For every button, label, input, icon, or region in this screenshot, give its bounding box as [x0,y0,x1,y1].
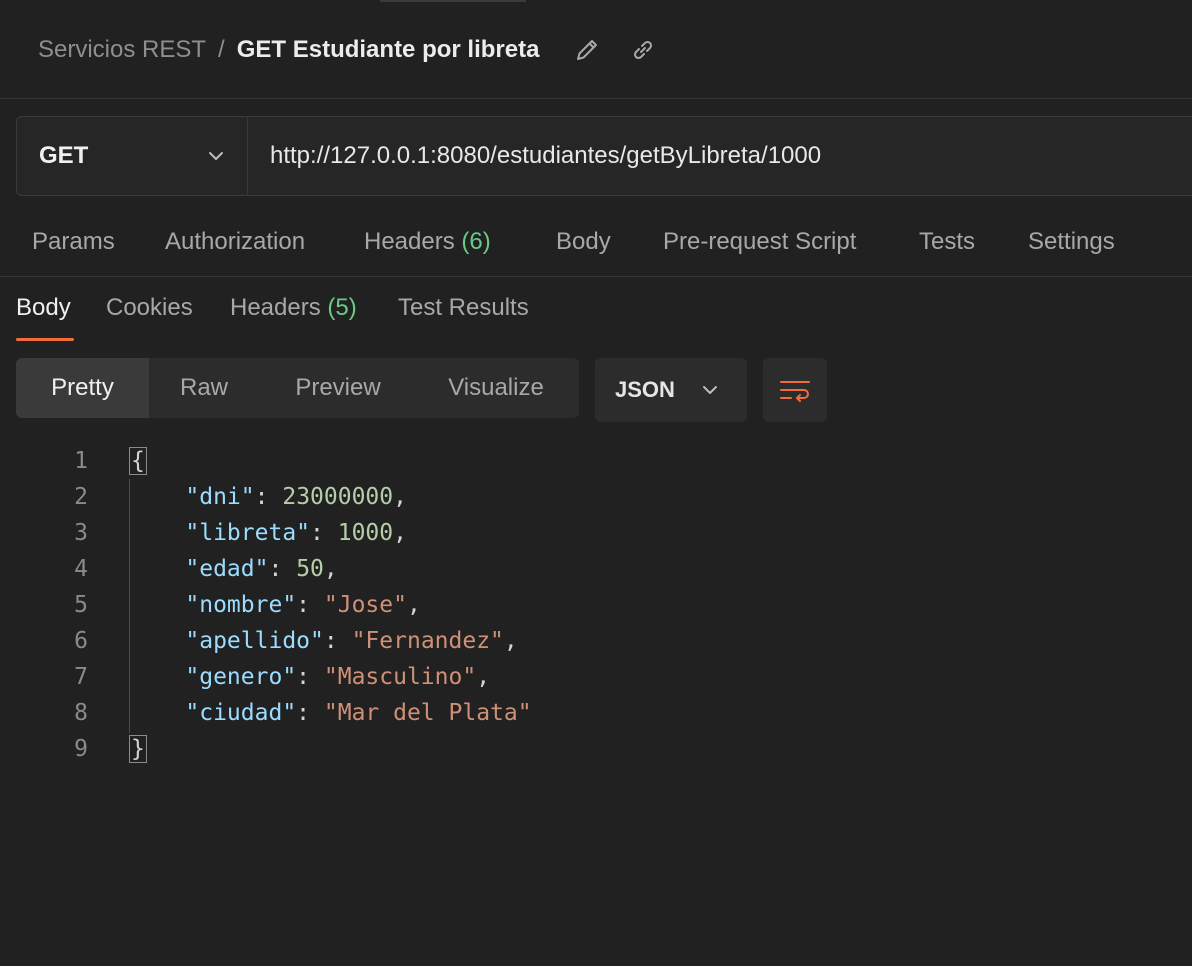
view-preview[interactable]: Preview [279,358,397,418]
line-number: 7 [74,664,88,690]
json-key: "ciudad" [185,700,297,726]
breadcrumb: Servicios REST / GET Estudiante por libr… [38,34,539,66]
link-icon[interactable] [629,36,657,64]
format-label: JSON [615,377,675,402]
line-number: 8 [74,700,88,726]
json-value: 23000000 [282,484,394,510]
response-tab-body[interactable]: Body [16,294,71,322]
method-label: GET [39,142,89,169]
response-tab-cookies[interactable]: Cookies [106,294,193,322]
url-bar: GET http://127.0.0.1:8080/estudiantes/ge… [16,116,1192,196]
json-value: 1000 [337,520,394,546]
json-value: "Fernandez" [351,628,504,654]
response-tab-headers-label: Headers [230,294,321,321]
json-key: "nombre" [185,592,297,618]
line-number: 1 [74,448,88,474]
headers-count-badge: (6) [461,228,491,255]
code-line: 8 "ciudad": "Mar del Plata" [74,700,532,726]
json-value: 50 [296,556,324,582]
code-line: 5 "nombre": "Jose", [74,592,421,618]
tab-body[interactable]: Body [556,228,611,256]
code-line: 7 "genero": "Masculino", [74,664,491,690]
close-brace: } [129,735,147,763]
json-key: "dni" [185,484,255,510]
tab-headers-label: Headers [364,228,455,255]
json-key: "apellido" [185,628,324,654]
wrap-lines-icon [780,381,810,402]
line-number: 6 [74,628,88,654]
method-select[interactable]: GET [17,117,248,195]
tab-headers[interactable]: Headers (6) [364,228,491,256]
response-headers-count-badge: (5) [327,294,357,321]
wrap-lines-button[interactable] [763,358,827,422]
view-mode-selector: Pretty Raw Preview Visualize [16,358,579,418]
view-raw[interactable]: Raw [159,358,249,418]
chevron-down-icon [703,386,717,394]
code-line: 2 "dni": 23000000, [74,484,407,510]
tab-pre-request-script[interactable]: Pre-request Script [663,228,856,256]
request-tabs: Params Authorization Headers (6) Body Pr… [0,210,1192,277]
view-visualize[interactable]: Visualize [437,358,555,418]
code-line: 4 "edad": 50, [74,556,338,582]
active-tab-underline [16,338,74,341]
pencil-icon[interactable] [573,36,601,64]
json-key: "genero" [185,664,297,690]
request-header: Servicios REST / GET Estudiante por libr… [0,0,1192,99]
json-key: "edad" [185,556,269,582]
request-title[interactable]: GET Estudiante por libreta [237,36,540,64]
format-select[interactable]: JSON [595,358,747,422]
line-number: 2 [74,484,88,510]
code-line: 9 } [0,731,1192,767]
tab-authorization[interactable]: Authorization [165,228,305,256]
breadcrumb-collection[interactable]: Servicios REST [38,36,206,64]
response-tab-headers[interactable]: Headers (5) [230,294,357,322]
chevron-down-icon [209,152,223,160]
line-number: 9 [74,736,88,762]
json-value: "Masculino" [323,664,477,690]
breadcrumb-separator: / [218,36,225,63]
tab-tests[interactable]: Tests [919,228,975,256]
url-input[interactable]: http://127.0.0.1:8080/estudiantes/getByL… [248,117,821,195]
tab-params[interactable]: Params [32,228,115,256]
code-line: 1 { [0,443,1192,479]
json-value: "Jose" [323,592,407,618]
line-number: 5 [74,592,88,618]
open-brace: { [129,447,147,475]
json-key: "libreta" [185,520,311,546]
code-line: 3 "libreta": 1000, [74,520,407,546]
json-value: "Mar del Plata" [323,700,532,726]
code-line: 6 "apellido": "Fernandez", [74,628,518,654]
response-tab-test-results[interactable]: Test Results [398,294,529,322]
line-number: 3 [74,520,88,546]
tab-settings[interactable]: Settings [1028,228,1115,256]
view-pretty[interactable]: Pretty [16,358,149,418]
line-number: 4 [74,556,88,582]
